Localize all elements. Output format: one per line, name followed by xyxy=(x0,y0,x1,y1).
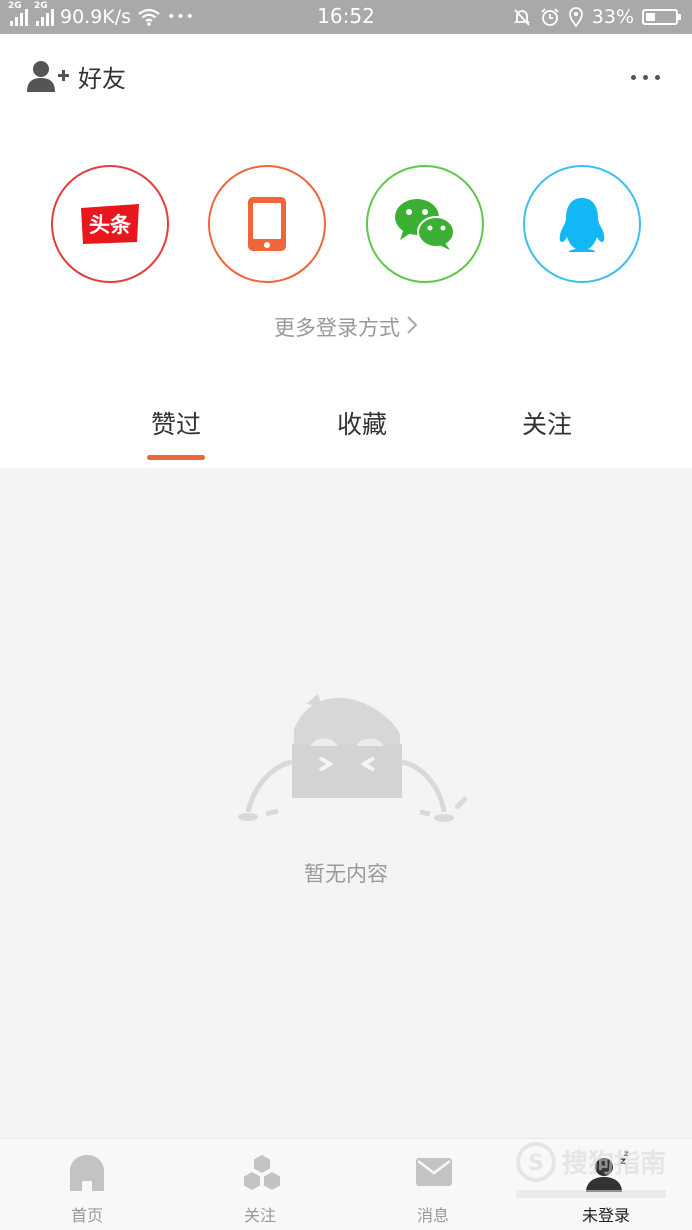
add-user-icon xyxy=(27,61,69,92)
friends-label: 好友 xyxy=(78,64,126,93)
more-options-button[interactable] xyxy=(620,60,670,94)
tab-label: 收藏 xyxy=(336,410,387,439)
nav-label: 未登录 xyxy=(581,1206,630,1225)
wechat-icon xyxy=(395,199,455,250)
bell-muted-icon xyxy=(513,9,530,26)
phone-icon xyxy=(248,197,286,251)
location-icon xyxy=(568,7,583,27)
add-friend-button[interactable]: 好友 xyxy=(26,56,126,96)
svg-text:z: z xyxy=(624,1150,629,1158)
nav-label: 关注 xyxy=(243,1206,276,1225)
qq-login-button[interactable] xyxy=(523,165,641,283)
empty-mascot-icon xyxy=(238,694,468,822)
nav-home[interactable]: 首页 xyxy=(37,1150,137,1226)
nav-label: 首页 xyxy=(70,1206,103,1225)
more-login-label: 更多登录方式 xyxy=(274,316,400,340)
battery-icon xyxy=(642,9,681,25)
wechat-login-button[interactable] xyxy=(366,165,484,283)
toutiao-logo-text: 头条 xyxy=(89,213,132,237)
user-sleep-icon: z z xyxy=(586,1150,629,1192)
alarm-icon xyxy=(541,8,559,26)
home-icon xyxy=(70,1155,104,1191)
active-tab-indicator xyxy=(147,455,205,460)
nav-messages[interactable]: 消息 xyxy=(383,1150,483,1226)
tab-favorites[interactable]: 收藏 xyxy=(292,405,432,441)
status-bar: 2G 2G 90.9K/s ••• 16:52 33% xyxy=(0,0,692,34)
nav-follow[interactable]: 关注 xyxy=(210,1150,310,1226)
nav-not-logged-in[interactable]: z z 未登录 xyxy=(556,1150,656,1226)
battery-percent: 33% xyxy=(591,6,634,28)
chevron-right-icon xyxy=(407,316,418,334)
tab-following[interactable]: 关注 xyxy=(477,405,617,441)
toutiao-logo-icon: 头条 xyxy=(81,204,139,244)
follow-icon xyxy=(244,1155,280,1190)
message-icon xyxy=(416,1158,452,1186)
status-right: 33% xyxy=(512,4,681,30)
more-dot-icon xyxy=(630,74,636,80)
more-login-methods-link[interactable]: 更多登录方式 xyxy=(0,312,692,342)
toutiao-login-button[interactable]: 头条 xyxy=(51,165,169,283)
tab-label: 关注 xyxy=(521,410,572,439)
qq-penguin-icon xyxy=(559,198,605,252)
more-dot-icon xyxy=(642,74,648,80)
more-dot-icon xyxy=(654,74,660,80)
tab-liked[interactable]: 赞过 xyxy=(106,405,246,441)
empty-message: 暂无内容 xyxy=(304,862,388,886)
phone-login-button[interactable] xyxy=(208,165,326,283)
nav-label: 消息 xyxy=(416,1206,449,1225)
tab-label: 赞过 xyxy=(150,410,201,439)
